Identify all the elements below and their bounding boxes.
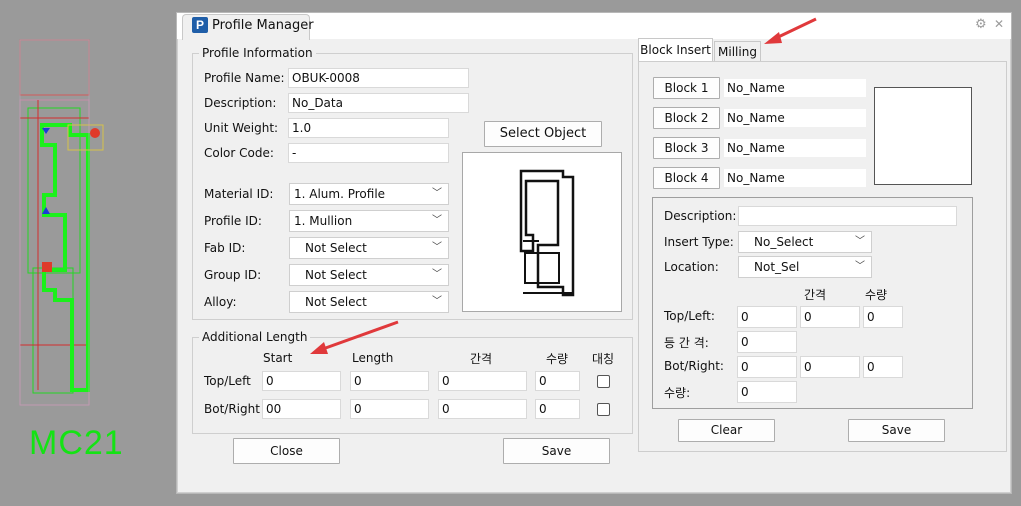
- block-4-button[interactable]: Block 4: [653, 167, 720, 189]
- profile-manager-dialog: P Profile Manager ⚙ ✕ Profile Informatio…: [176, 12, 1012, 494]
- cad-drawing: [19, 39, 104, 406]
- block-bot-right-label: Bot/Right:: [664, 359, 724, 373]
- block-count-input[interactable]: 0: [737, 381, 797, 403]
- tab-milling[interactable]: Milling: [714, 41, 761, 62]
- profile-name-label: Profile Name:: [204, 71, 285, 85]
- top-left-qty-input[interactable]: 0: [535, 371, 580, 391]
- chevron-down-icon: ﹀: [432, 215, 442, 226]
- fab-id-value: Not Select: [305, 241, 367, 255]
- location-value: Not_Sel: [754, 260, 800, 274]
- app-logo-icon: P: [192, 17, 208, 33]
- unit-weight-input[interactable]: 1.0: [288, 118, 449, 138]
- col-qty-header: 수량: [546, 352, 569, 366]
- top-left-length-input[interactable]: 0: [350, 371, 429, 391]
- alloy-label: Alloy:: [204, 295, 237, 309]
- chevron-down-icon: ﹀: [855, 261, 865, 272]
- color-code-input[interactable]: -: [288, 143, 449, 163]
- select-object-button[interactable]: Select Object: [484, 121, 602, 147]
- col-gap-header: 간격: [470, 352, 493, 366]
- block-2-button[interactable]: Block 2: [653, 107, 720, 129]
- top-left-label: Top/Left: [204, 374, 251, 388]
- block-1-name: No_Name: [724, 79, 866, 97]
- block-save-button[interactable]: Save: [848, 419, 945, 442]
- color-code-label: Color Code:: [204, 146, 274, 160]
- block-bot-right-gap-input[interactable]: 0: [800, 356, 860, 378]
- block-preview: [874, 87, 972, 185]
- block-description-label: Description:: [664, 209, 737, 223]
- description-label: Description:: [204, 96, 277, 110]
- profile-name-input[interactable]: OBUK-0008: [288, 68, 469, 88]
- profile-info-title: Profile Information: [199, 46, 316, 60]
- insert-type-select[interactable]: No_Select ﹀: [738, 231, 872, 253]
- block-description-input[interactable]: [738, 206, 957, 226]
- description-input[interactable]: No_Data: [288, 93, 469, 113]
- close-button[interactable]: Close: [233, 438, 340, 464]
- top-left-start-input[interactable]: 0: [262, 371, 341, 391]
- block-qty-header: 수량: [865, 288, 888, 302]
- window-title: Profile Manager: [212, 18, 314, 33]
- additional-length-title: Additional Length: [199, 330, 311, 344]
- fab-id-select[interactable]: Not Select ﹀: [289, 237, 449, 259]
- insert-type-label: Insert Type:: [664, 235, 734, 249]
- block-gap-header: 간격: [804, 288, 827, 302]
- material-id-label: Material ID:: [204, 187, 274, 201]
- block-top-left-gap-input[interactable]: 0: [800, 306, 860, 328]
- alloy-value: Not Select: [305, 295, 367, 309]
- insert-type-value: No_Select: [754, 235, 814, 249]
- block-1-button[interactable]: Block 1: [653, 77, 720, 99]
- group-id-value: Not Select: [305, 268, 367, 282]
- material-id-select[interactable]: 1. Alum. Profile ﹀: [289, 183, 449, 205]
- block-top-left-qty-input[interactable]: 0: [863, 306, 903, 328]
- chevron-down-icon: ﹀: [432, 296, 442, 307]
- col-length-header: Length: [352, 351, 394, 365]
- save-button[interactable]: Save: [503, 438, 610, 464]
- bot-right-start-input[interactable]: 00: [262, 399, 341, 419]
- block-bot-right-qty-input[interactable]: 0: [863, 356, 903, 378]
- chevron-down-icon: ﹀: [432, 188, 442, 199]
- alloy-select[interactable]: Not Select ﹀: [289, 291, 449, 313]
- block-3-button[interactable]: Block 3: [653, 137, 720, 159]
- material-id-value: 1. Alum. Profile: [294, 187, 386, 201]
- top-left-gap-input[interactable]: 0: [438, 371, 527, 391]
- top-left-symmetry-checkbox[interactable]: [597, 375, 610, 388]
- chevron-down-icon: ﹀: [432, 242, 442, 253]
- profile-preview-drawing: [519, 169, 575, 297]
- block-4-name: No_Name: [724, 169, 866, 187]
- tab-block-insert[interactable]: Block Insert: [638, 38, 713, 62]
- block-count-label: 수량:: [664, 386, 691, 400]
- fab-id-label: Fab ID:: [204, 241, 246, 255]
- block-bot-right-input[interactable]: 0: [737, 356, 797, 378]
- bot-right-gap-input[interactable]: 0: [438, 399, 527, 419]
- cad-canvas[interactable]: MC21: [0, 0, 178, 506]
- location-select[interactable]: Not_Sel ﹀: [738, 256, 872, 278]
- block-2-name: No_Name: [724, 109, 866, 127]
- title-bar[interactable]: P Profile Manager ⚙ ✕: [177, 13, 1011, 40]
- bot-right-qty-input[interactable]: 0: [535, 399, 580, 419]
- clear-button[interactable]: Clear: [678, 419, 775, 442]
- block-top-left-label: Top/Left:: [664, 309, 715, 323]
- gear-icon[interactable]: ⚙: [975, 17, 987, 32]
- profile-preview: [462, 152, 622, 312]
- col-symmetry-header: 대칭: [592, 352, 615, 366]
- group-id-label: Group ID:: [204, 268, 262, 282]
- group-id-select[interactable]: Not Select ﹀: [289, 264, 449, 286]
- cad-profile-label: MC21: [29, 424, 124, 462]
- chevron-down-icon: ﹀: [432, 269, 442, 280]
- close-icon[interactable]: ✕: [994, 17, 1004, 31]
- profile-id-label: Profile ID:: [204, 214, 262, 228]
- chevron-down-icon: ﹀: [855, 236, 865, 247]
- profile-id-value: 1. Mullion: [294, 214, 353, 228]
- block-equal-gap-label: 등 간 격:: [664, 336, 709, 350]
- col-start-header: Start: [263, 351, 293, 365]
- unit-weight-label: Unit Weight:: [204, 121, 279, 135]
- profile-id-select[interactable]: 1. Mullion ﹀: [289, 210, 449, 232]
- bot-right-length-input[interactable]: 0: [350, 399, 429, 419]
- bot-right-symmetry-checkbox[interactable]: [597, 403, 610, 416]
- block-3-name: No_Name: [724, 139, 866, 157]
- bot-right-label: Bot/Right: [204, 402, 260, 416]
- location-label: Location:: [664, 260, 719, 274]
- block-top-left-input[interactable]: 0: [737, 306, 797, 328]
- block-equal-gap-input[interactable]: 0: [737, 331, 797, 353]
